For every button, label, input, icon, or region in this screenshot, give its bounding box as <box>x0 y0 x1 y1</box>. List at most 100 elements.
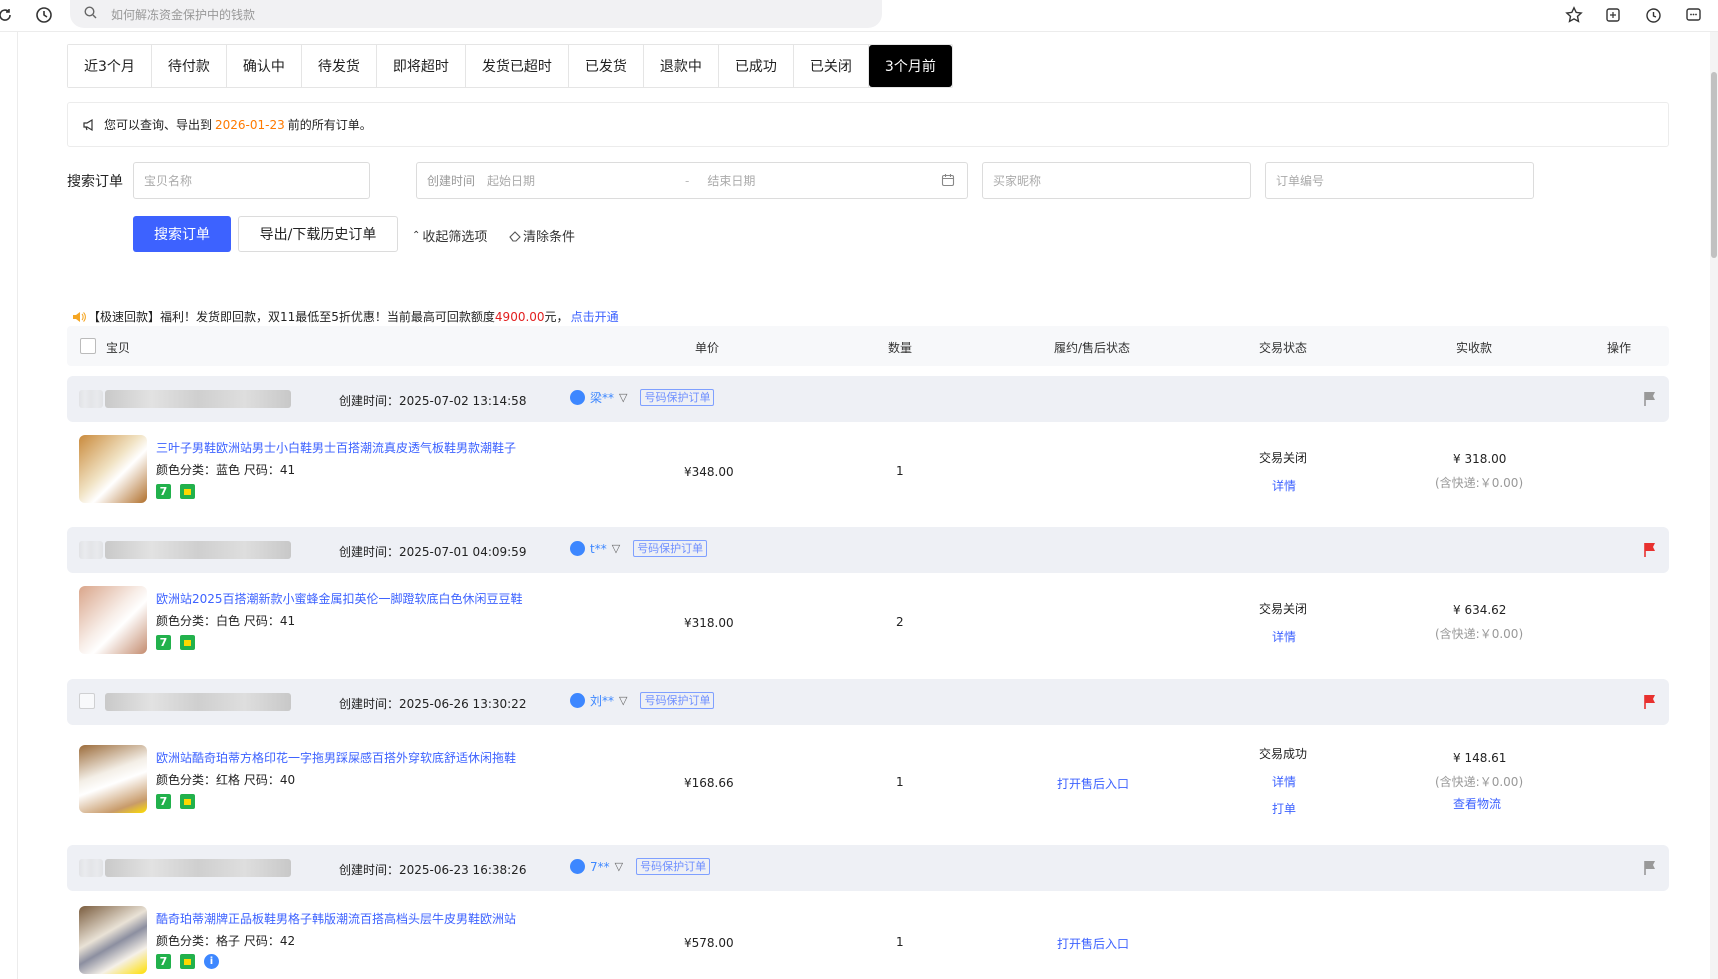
star-icon[interactable] <box>1563 4 1585 26</box>
col-paid: 实收款 <box>1456 341 1493 355</box>
create-time: 创建时间：2025-07-01 04:09:59 <box>339 545 527 559</box>
item-name-input[interactable]: 宝贝名称 <box>133 162 370 199</box>
filter-icon[interactable]: ▽ <box>619 694 627 707</box>
tab-shipment-overdue[interactable]: 发货已超时 <box>465 45 569 87</box>
tab-recent-3-months[interactable]: 近3个月 <box>68 45 152 87</box>
product-attributes: 颜色分类：格子 尺码：42 <box>156 934 296 948</box>
guarantee-icon <box>180 635 195 650</box>
detail-link[interactable]: 详情 <box>1272 477 1296 494</box>
address-placeholder: 如何解冻资金保护中的钱款 <box>111 7 256 22</box>
buyer-info[interactable]: t** ▽ 号码保护订单 <box>570 540 708 557</box>
guarantee-icon <box>180 794 195 809</box>
search-icon <box>84 6 97 22</box>
product-title-link[interactable]: 欧洲站2025百搭潮新款小蜜蜂金属扣英伦一脚蹬软底白色休闲豆豆鞋 <box>156 590 523 607</box>
scrollbar-thumb[interactable] <box>1711 72 1717 258</box>
refresh-icon[interactable] <box>0 4 16 26</box>
quantity: 1 <box>896 775 904 789</box>
7-day-return-icon: 7 <box>156 484 171 499</box>
tab-confirming[interactable]: 确认中 <box>226 45 302 87</box>
product-thumbnail[interactable] <box>79 745 147 813</box>
promo-open-link[interactable]: 点击开通 <box>571 308 619 325</box>
search-orders-label: 搜索订单 <box>67 174 123 190</box>
buyer-nickname-input[interactable]: 买家昵称 <box>982 162 1251 199</box>
service-badges: 7 <box>156 794 195 809</box>
create-time: 创建时间：2025-06-23 16:38:26 <box>339 863 527 877</box>
flag-icon[interactable] <box>1643 542 1657 562</box>
buyer-name: t** <box>590 541 607 556</box>
buyer-info[interactable]: 梁** ▽ 号码保护订单 <box>570 389 715 406</box>
filter-icon[interactable]: ▽ <box>615 860 623 873</box>
open-after-sale-link[interactable]: 打开售后入口 <box>1057 775 1129 792</box>
service-badges: 7 <box>156 484 195 499</box>
guarantee-icon <box>180 484 195 499</box>
shipping-fee: (含快递:￥0.00) <box>1435 775 1524 789</box>
order-number-input[interactable]: 订单编号 <box>1265 162 1534 199</box>
chat-icon[interactable] <box>1682 4 1704 26</box>
buyer-name: 刘** <box>590 694 615 708</box>
detail-link[interactable]: 详情 <box>1272 628 1296 645</box>
promo-unit: 元， <box>544 310 569 324</box>
service-badges: 7 i <box>156 954 219 969</box>
tab-closed[interactable]: 已关闭 <box>793 45 869 87</box>
end-date-input[interactable]: 结束日期 <box>707 172 755 189</box>
create-time: 创建时间：2025-06-26 13:30:22 <box>339 697 527 711</box>
export-history-button[interactable]: 导出/下载历史订单 <box>238 216 398 252</box>
unit-price: ¥168.66 <box>684 776 734 790</box>
product-title-link[interactable]: 三叶子男鞋欧洲站男士小白鞋男士百搭潮流真皮透气板鞋男款潮鞋子 <box>156 439 516 456</box>
buyer-info[interactable]: 刘** ▽ 号码保护订单 <box>570 692 715 709</box>
product-thumbnail[interactable] <box>79 586 147 654</box>
number-protection-tag: 号码保护订单 <box>640 389 715 406</box>
flag-icon[interactable] <box>1643 694 1657 714</box>
address-search-bar[interactable]: 如何解冻资金保护中的钱款 <box>70 0 882 28</box>
buyer-name: 梁** <box>590 391 615 405</box>
blurred-checkbox <box>79 859 103 877</box>
open-after-sale-link[interactable]: 打开售后入口 <box>1057 935 1129 952</box>
product-thumbnail[interactable] <box>79 906 147 974</box>
7-day-return-icon: 7 <box>156 794 171 809</box>
col-unit-price: 单价 <box>695 341 720 355</box>
filter-icon[interactable]: ▽ <box>619 391 627 404</box>
tab-pending-payment[interactable]: 待付款 <box>151 45 227 87</box>
left-sidebar-strip <box>0 32 18 979</box>
quantity: 1 <box>896 935 904 949</box>
collapse-filters-link[interactable]: ⌃ 收起筛选项 <box>412 226 487 245</box>
tab-shipped[interactable]: 已发货 <box>568 45 644 87</box>
flag-icon[interactable] <box>1643 391 1657 411</box>
create-time-range[interactable]: 创建时间 起始日期 - 结束日期 <box>416 162 968 199</box>
view-logistics-link[interactable]: 查看物流 <box>1453 795 1501 812</box>
info-icon[interactable]: i <box>204 954 219 969</box>
calendar-icon[interactable] <box>941 173 955 187</box>
product-title-link[interactable]: 酷奇珀蒂潮牌正品板鞋男格子韩版潮流百搭高档头层牛皮男鞋欧洲站 <box>156 910 516 927</box>
product-thumbnail[interactable] <box>79 435 147 503</box>
tab-older-than-3-months[interactable]: 3个月前 <box>868 45 952 87</box>
wangwang-icon <box>570 693 585 708</box>
quantity: 2 <box>896 615 904 629</box>
tab-about-to-timeout[interactable]: 即将超时 <box>376 45 466 87</box>
bookmark-icon[interactable] <box>1602 4 1624 26</box>
flag-icon[interactable] <box>1643 860 1657 880</box>
search-orders-button[interactable]: 搜索订单 <box>133 216 231 252</box>
chevron-up-icon: ⌃ <box>412 230 421 241</box>
product-attributes: 颜色分类：白色 尺码：41 <box>156 614 296 628</box>
select-all-checkbox[interactable] <box>80 338 96 354</box>
print-order-link[interactable]: 打单 <box>1272 800 1296 817</box>
buyer-name: 7** <box>590 859 610 874</box>
filter-icon[interactable]: ▽ <box>612 542 620 555</box>
collapse-filters-label: 收起筛选项 <box>422 230 488 245</box>
clear-conditions-link[interactable]: 清除条件 <box>509 226 575 245</box>
product-title-link[interactable]: 欧洲站酷奇珀蒂方格印花一字拖男踩屎感百搭外穿软底舒适休闲拖鞋 <box>156 749 516 766</box>
quantity: 1 <box>896 464 904 478</box>
order-checkbox[interactable] <box>79 693 95 709</box>
start-date-input[interactable]: 起始日期 <box>487 172 535 189</box>
unit-price: ¥318.00 <box>684 616 734 630</box>
date-separator: - <box>685 173 690 188</box>
product-attributes: 颜色分类：蓝色 尺码：41 <box>156 463 296 477</box>
history-icon[interactable] <box>33 4 55 26</box>
blurred-checkbox <box>79 390 103 408</box>
detail-link[interactable]: 详情 <box>1272 773 1296 790</box>
tab-refunding[interactable]: 退款中 <box>643 45 719 87</box>
buyer-info[interactable]: 7** ▽ 号码保护订单 <box>570 858 711 875</box>
history-clock-icon[interactable] <box>1642 4 1664 26</box>
tab-pending-shipment[interactable]: 待发货 <box>301 45 377 87</box>
tab-succeeded[interactable]: 已成功 <box>718 45 794 87</box>
